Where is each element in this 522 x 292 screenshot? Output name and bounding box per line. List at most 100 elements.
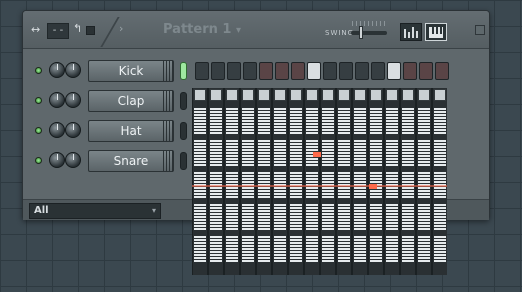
mini-keyboard [290,236,302,262]
mini-keyboard [322,236,334,262]
column-header[interactable] [338,89,350,101]
column-header[interactable] [386,89,398,101]
step-button[interactable] [355,62,369,80]
column-header[interactable] [434,89,446,101]
channel-pan-knob[interactable] [49,122,65,138]
chevron-right-icon[interactable]: › [119,22,123,36]
channel-grip [163,150,175,172]
step-button[interactable] [243,62,257,80]
channel-pan-knob[interactable] [49,62,65,78]
column-header[interactable] [226,89,238,101]
channel-grip [163,60,175,82]
channel-name-button[interactable]: Kick [88,60,174,82]
dash-button[interactable]: - - [47,23,69,39]
mini-keyboard [242,204,254,230]
channel-mute-led[interactable] [35,97,42,104]
graph-view-button[interactable] [400,23,422,41]
mini-keyboard [370,108,382,134]
step-button[interactable] [435,62,449,80]
column-header[interactable] [210,89,222,101]
channel-mute-led[interactable] [35,67,42,74]
swing-slider[interactable] [351,31,387,35]
pattern-selector[interactable]: Pattern 1 ▾ [163,22,241,37]
channel-volume-knob[interactable] [65,62,81,78]
keyboard-view-button[interactable] [425,23,447,41]
mini-keyboard [226,204,238,230]
pattern-dropdown-icon: ▾ [235,25,241,36]
step-button[interactable] [323,62,337,80]
mini-keyboard [338,108,350,134]
undo-icon[interactable]: ↰ [73,22,82,36]
channel-pan-knob[interactable] [49,92,65,108]
column-header[interactable] [370,89,382,101]
piano-roll-column [193,88,207,275]
channel-volume-knob[interactable] [65,92,81,108]
piano-roll-column [337,88,351,275]
mini-keyboard [434,108,446,134]
step-button[interactable] [227,62,241,80]
mini-keyboard [306,108,318,134]
channel-volume-knob[interactable] [65,152,81,168]
mini-keyboard [418,108,430,134]
column-header[interactable] [306,89,318,101]
channel-filter-value: All [34,205,49,216]
channel-select-toggle[interactable] [180,122,187,140]
step-button[interactable] [259,62,273,80]
channel-select-toggle[interactable] [180,92,187,110]
note-marker[interactable] [313,152,321,157]
step-button[interactable] [291,62,305,80]
column-header[interactable] [242,89,254,101]
step-button[interactable] [275,62,289,80]
channel-select-toggle[interactable] [180,152,187,170]
mini-keyboard [370,140,382,166]
step-button[interactable] [307,62,321,80]
channel-name-button[interactable]: Clap [88,90,174,112]
step-button[interactable] [403,62,417,80]
column-header[interactable] [354,89,366,101]
step-button[interactable] [211,62,225,80]
mini-keyboard [290,140,302,166]
channel-name-button[interactable]: Hat [88,120,174,142]
step-button[interactable] [419,62,433,80]
column-header[interactable] [274,89,286,101]
swing-label: SWING [325,29,355,37]
resize-handle[interactable] [475,25,485,35]
mini-keyboard [354,236,366,262]
column-header[interactable] [418,89,430,101]
piano-roll-column [305,88,319,275]
channel-mute-led[interactable] [35,127,42,134]
column-header[interactable] [322,89,334,101]
channel-select-toggle[interactable] [180,62,187,80]
piano-roll-column [353,88,367,275]
piano-roll-column [209,88,223,275]
column-header[interactable] [402,89,414,101]
step-button[interactable] [339,62,353,80]
arrows-icon[interactable]: ↔ [31,23,40,37]
swing-slider-handle[interactable] [359,26,363,39]
chevron-down-icon: ▾ [151,206,156,215]
title-divider [100,17,120,47]
channel-volume-knob[interactable] [65,122,81,138]
channel-name-button[interactable]: Snare [88,150,174,172]
channel-row[interactable]: Kick [23,59,489,83]
step-button[interactable] [371,62,385,80]
step-button[interactable] [387,62,401,80]
column-header[interactable] [194,89,206,101]
keyboard-icon [429,27,443,38]
column-header[interactable] [258,89,270,101]
channel-grip [163,120,175,142]
column-header[interactable] [290,89,302,101]
step-button[interactable] [195,62,209,80]
channel-pan-knob[interactable] [49,152,65,168]
piano-roll-overlay[interactable] [192,88,447,275]
mini-keyboard [290,108,302,134]
channel-rack-titlebar[interactable]: ↔ - - ↰ › Pattern 1 ▾ SWING [23,11,489,49]
graph-editor-toggle[interactable] [86,26,95,35]
piano-roll-column [289,88,303,275]
note-marker[interactable] [369,184,377,189]
mini-keyboard [338,140,350,166]
mini-keyboard [418,140,430,166]
mini-keyboard [402,204,414,230]
channel-mute-led[interactable] [35,157,42,164]
channel-filter-select[interactable]: All ▾ [29,203,161,219]
